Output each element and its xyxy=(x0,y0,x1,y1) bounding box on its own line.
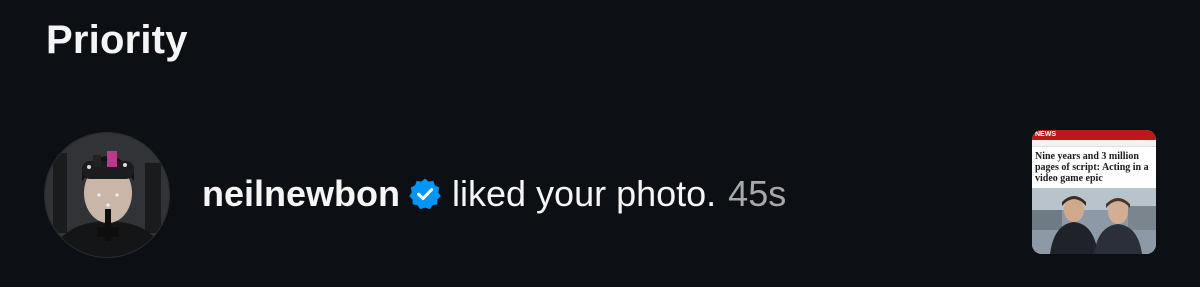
thumbnail-nav-strip xyxy=(1032,140,1156,147)
section-title-priority: Priority xyxy=(46,18,188,62)
thumbnail-headline: Nine years and 3 million pages of script… xyxy=(1035,151,1149,184)
thumbnail-photo xyxy=(1032,188,1156,254)
notifications-page: Priority neilnewbon liked your photo. 45… xyxy=(0,0,1200,287)
thumbnail-brand: NEWS xyxy=(1032,130,1156,140)
notification-row[interactable]: neilnewbon liked your photo. 45s NEWS Ni… xyxy=(0,120,1200,270)
username-link[interactable]: neilnewbon xyxy=(202,172,400,216)
avatar-image xyxy=(45,133,169,257)
notification-text: neilnewbon liked your photo. 45s xyxy=(202,172,786,216)
notification-time: 45s xyxy=(728,173,787,214)
notification-action: liked your photo. xyxy=(452,173,717,214)
verified-badge-icon xyxy=(408,177,442,211)
avatar[interactable] xyxy=(44,132,170,258)
post-thumbnail[interactable]: NEWS Nine years and 3 million pages of s… xyxy=(1032,130,1156,254)
